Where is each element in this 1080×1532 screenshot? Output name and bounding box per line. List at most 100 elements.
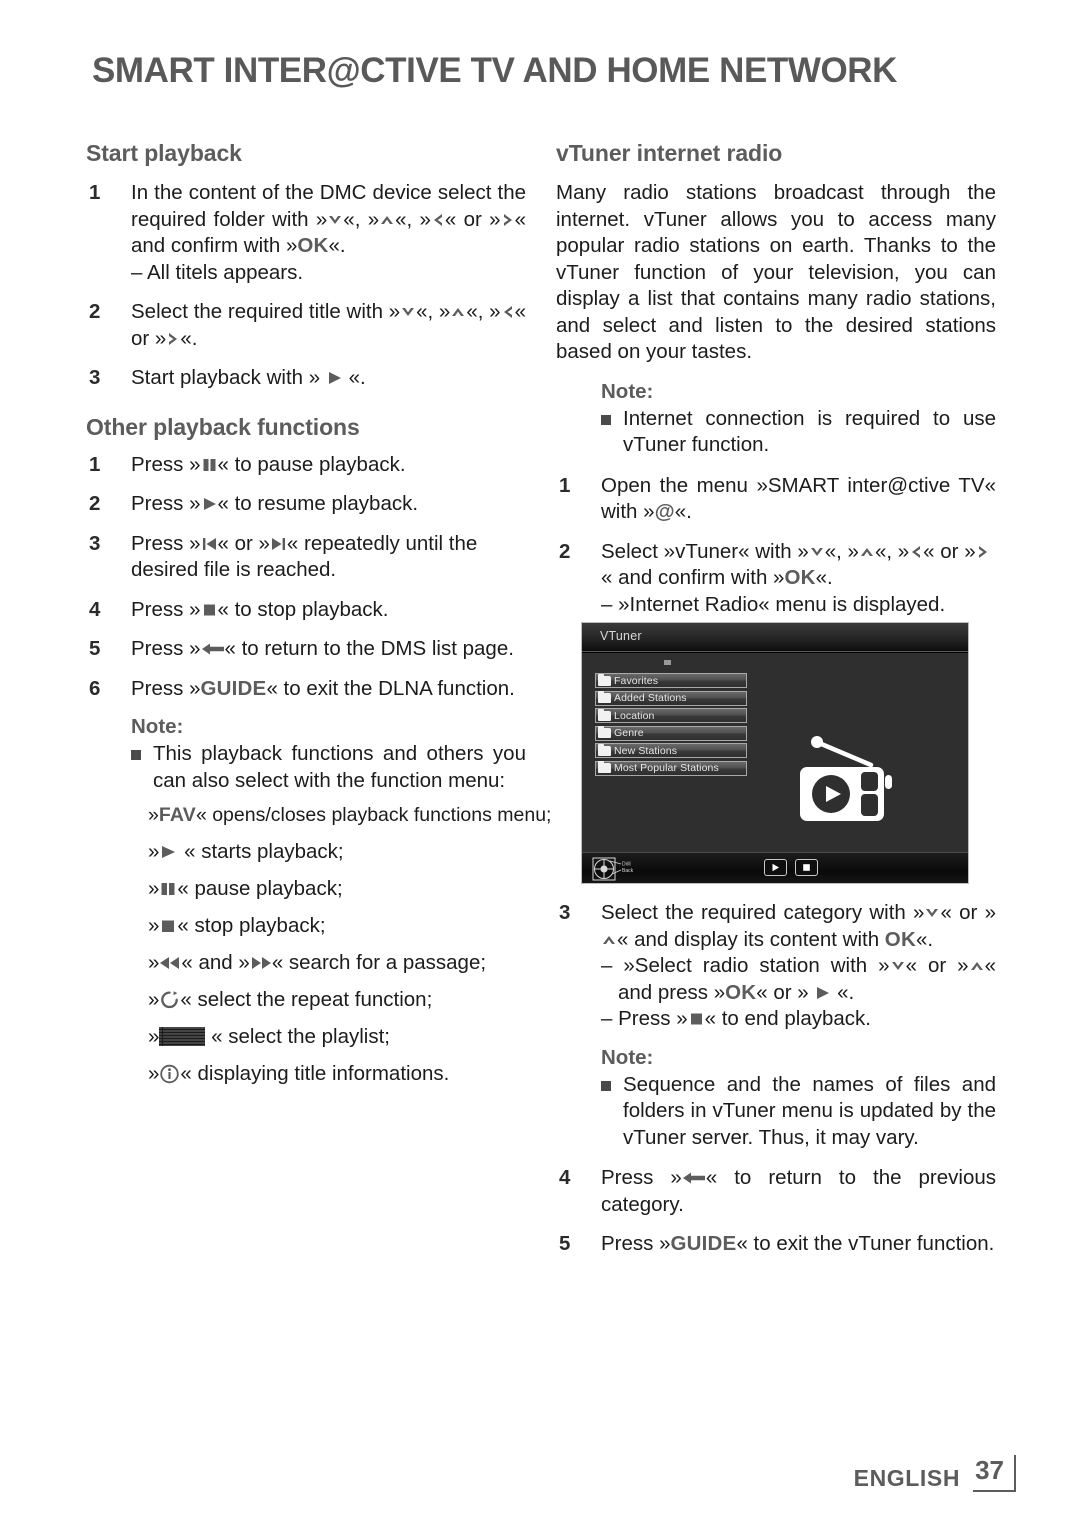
selection-marker-icon — [664, 660, 671, 665]
heading-other-playback-functions: Other playback functions — [86, 413, 360, 440]
arrow-up-icon — [450, 304, 466, 320]
function-menu-text: « select the playlist; — [211, 1025, 391, 1048]
arrow-down-icon — [809, 544, 825, 560]
tv-body: Favorites Added Stations Location Genre … — [582, 653, 968, 853]
step-text: «, » — [343, 207, 380, 231]
subnote-text: – Press » — [601, 1007, 688, 1030]
step-item: 1 Open the menu »SMART inter@ctive TV« w… — [556, 473, 996, 526]
step-text: «, » — [824, 539, 859, 563]
nav-label-back: Back — [622, 868, 634, 874]
folder-icon — [598, 691, 611, 703]
note-text: Sequence and the names of files and fold… — [623, 1072, 996, 1149]
back-arrow-icon — [201, 641, 225, 657]
ok-key-label: OK — [725, 980, 757, 1004]
arrow-down-icon — [400, 304, 416, 320]
step-text: «. — [915, 927, 934, 951]
playlist-icon — [159, 1027, 206, 1046]
subnote-text: « to end playback. — [704, 1007, 872, 1030]
play-icon — [201, 496, 218, 512]
tv-transport-controls — [764, 859, 818, 876]
tv-menu-label: New Stations — [614, 744, 678, 757]
tv-stop-button[interactable] — [795, 859, 818, 876]
page-title: SMART INTER@CTIVE TV AND HOME NETWORK — [92, 50, 897, 90]
step-number: 6 — [89, 676, 101, 700]
function-menu-text: « and » — [181, 951, 250, 974]
step-text: « or » — [923, 539, 976, 563]
tv-menu-item-most-popular-stations[interactable]: Most Popular Stations — [595, 760, 747, 776]
step-number: 1 — [89, 181, 101, 204]
subnote-text: « or » — [905, 954, 969, 977]
step-item: 4 Press » « to stop playback. — [86, 597, 526, 624]
step-text: «, » — [874, 539, 910, 563]
note-title: Note: — [601, 379, 654, 403]
step-item: 1 Press » « to pause playback. — [86, 452, 526, 479]
play-icon — [159, 844, 178, 860]
quote-open: » — [148, 1025, 160, 1048]
intro-paragraph: Many radio stations broadcast through th… — [556, 181, 996, 363]
step-text: « and display its content with — [617, 927, 885, 951]
ok-key-label: OK — [884, 927, 916, 951]
folder-icon — [598, 761, 611, 773]
tv-menu-item-new-stations[interactable]: New Stations — [595, 743, 747, 758]
step-item: 4 Press » « to return to the previous cat… — [556, 1165, 996, 1218]
step-subnote: – »Internet Radio« menu is displayed. — [601, 592, 946, 616]
step-number: 5 — [89, 637, 101, 660]
step-text: « to resume playback. — [217, 492, 419, 515]
step-number: 2 — [559, 539, 571, 563]
function-menu-line: » « starts playback; — [148, 839, 526, 865]
step-text: Press » — [131, 676, 201, 700]
ok-key-label: OK — [784, 566, 816, 589]
play-icon — [771, 859, 780, 877]
arrow-up-icon — [859, 544, 875, 560]
arrow-left-icon — [501, 304, 515, 320]
tv-title-bar: VTuner — [582, 623, 968, 652]
tv-menu-item-genre[interactable]: Genre — [595, 725, 747, 741]
subnote-text: – »Select radio station with » — [601, 954, 890, 977]
step-text: « and confirm with » — [601, 566, 785, 589]
arrow-down-icon — [327, 212, 343, 228]
back-arrow-icon — [682, 1170, 706, 1186]
heading-start-playback: Start playback — [86, 140, 242, 166]
step-text: «, » — [395, 207, 431, 231]
footer-language: ENGLISH — [853, 1465, 961, 1491]
quote-open: » — [148, 1062, 160, 1085]
navigation-pad-icon: Drill Back — [592, 857, 638, 881]
step-text: Start playback with » — [131, 366, 321, 389]
step-item: 6 Press »GUIDE« to exit the DLNA functio… — [86, 676, 526, 703]
step-subnote: – »Select radio station with » « or » « an… — [601, 953, 996, 1006]
arrow-down-icon — [890, 958, 906, 974]
repeat-icon — [159, 990, 180, 1010]
right-column: vTuner internet radio Many radio station… — [556, 140, 996, 631]
tv-menu-label: Added Stations — [614, 692, 687, 704]
footer-page-number: 37 — [975, 1455, 1004, 1485]
tv-menu-label: Favorites — [614, 674, 659, 687]
function-menu-text: « stop playback; — [177, 914, 326, 937]
step-item: 3 Select the required category with » « o… — [556, 900, 996, 1033]
note-title: Note: — [601, 1045, 654, 1069]
page-header: SMART INTER@CTIVE TV AND HOME NETWORK — [92, 50, 992, 91]
function-menu-text: « select the repeat function; — [180, 988, 433, 1011]
info-icon — [159, 1064, 180, 1084]
step-text: «, » — [416, 300, 451, 323]
tv-menu-label: Genre — [614, 727, 644, 739]
tv-menu-item-location[interactable]: Location — [595, 708, 747, 723]
step-text: « to stop playback. — [217, 597, 389, 621]
step-item: 2 Select »vTuner« with » «, » «, » « or » « … — [556, 539, 996, 619]
function-menu-text: « displaying title informations. — [180, 1062, 450, 1085]
step-number: 2 — [89, 300, 101, 323]
step-text: «. — [815, 566, 833, 589]
step-text: Press » — [601, 1166, 682, 1189]
tv-play-button[interactable] — [764, 859, 787, 876]
stop-icon — [201, 602, 218, 618]
footer-page-wrap: 37 — [973, 1455, 1016, 1492]
quote-open: » — [148, 840, 160, 863]
pause-icon — [201, 457, 218, 473]
arrow-right-icon — [501, 212, 515, 228]
quote-open: » — [148, 988, 160, 1011]
function-menu-line: » « select the repeat function; — [148, 987, 526, 1013]
function-menu-text: « pause playback; — [177, 877, 343, 900]
play-icon — [814, 985, 831, 1001]
tv-menu-item-favorites[interactable]: Favorites — [595, 673, 747, 688]
step-number: 1 — [559, 473, 571, 497]
tv-menu-item-added-stations[interactable]: Added Stations — [595, 690, 747, 706]
